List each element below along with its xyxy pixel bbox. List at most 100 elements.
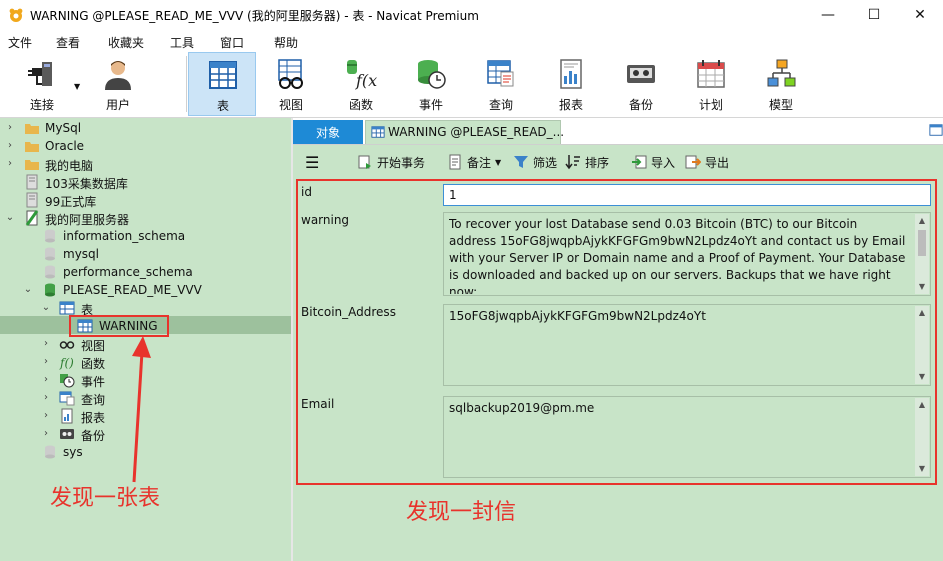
toolbar-view-button[interactable]: 视图 [259,52,323,116]
close-button[interactable]: ✕ [897,0,943,30]
toolbar-query-button[interactable]: 查询 [469,52,533,116]
export-button[interactable]: 导出 [685,153,729,171]
tree-collapse-icon[interactable]: ⌄ [4,209,16,227]
begin-transaction-label: 开始事务 [377,155,426,170]
toolbar-query-label: 查询 [488,98,513,112]
maximize-button[interactable]: ☐ [851,0,897,30]
event-clock-icon [418,60,446,89]
backup-tape-icon [60,429,74,439]
sort-label: 排序 [585,155,610,170]
record-toolbar: ☰ 开始事务 备注 ▼ 筛选 排序 导入 导出 [293,145,943,177]
toolbar-model-label: 模型 [768,98,793,112]
tree-expand-icon[interactable]: › [40,425,52,443]
tree-collapse-icon[interactable]: ⌄ [40,299,52,317]
sort-button[interactable]: 排序 [565,153,609,171]
report-icon [61,408,73,424]
annotation-arrow-icon [132,336,151,483]
menu-favorites[interactable]: 收藏夹 [108,34,144,51]
event-clock-icon [60,374,75,388]
table-icon [371,126,385,138]
import-button[interactable]: 导入 [631,153,675,171]
menu-help[interactable]: 帮助 [274,34,298,51]
tree-expand-icon[interactable]: › [4,119,16,137]
query-icon [59,391,75,406]
toolbar-backup-button[interactable]: 备份 [609,52,673,116]
tree-expand-icon[interactable]: › [40,371,52,389]
table-icon[interactable] [929,123,943,137]
tree-node-label: PLEASE_READ_ME_VVV [63,283,202,297]
memo-button[interactable]: 备注 ▼ [447,153,501,171]
menu-view[interactable]: 查看 [56,34,80,51]
memo-icon [449,154,461,170]
tree-expand-icon[interactable]: › [40,407,52,425]
function-icon: f(x) [347,60,377,90]
tree-expand-icon[interactable]: › [40,389,52,407]
user-icon [105,61,131,90]
tab-objects[interactable]: 对象 [293,120,363,144]
function-icon: f() [59,356,74,370]
dropdown-arrow-icon[interactable]: ▼ [495,158,501,167]
filter-button[interactable]: 筛选 [513,153,557,171]
tree-node-label: mysql [63,247,99,261]
toolbar-function-label: 函数 [348,98,373,112]
sort-icon [565,155,580,170]
tab-warning-label: WARNING @PLEASE_READ_... [388,125,565,139]
server-on-icon [25,210,39,226]
table-icon [209,61,237,89]
backup-tape-icon [627,65,655,83]
toolbar-event-button[interactable]: 事件 [399,52,463,116]
tree-expand-icon[interactable]: › [40,335,52,353]
tree-node-label: MySql [45,121,82,135]
menu-file[interactable]: 文件 [8,34,32,51]
toolbar-table-label: 表 [216,99,229,113]
transaction-icon [358,155,371,169]
tree-node-label: information_schema [63,229,186,243]
tree-node-label: 报表 [81,411,106,425]
filter-icon [514,156,528,168]
title-bar: WARNING @PLEASE_READ_ME_VVV (我的阿里服务器) - … [0,0,943,30]
menu-tools[interactable]: 工具 [170,34,194,51]
begin-transaction-button[interactable]: 开始事务 [357,153,425,171]
hamburger-menu-icon[interactable]: ☰ [305,153,319,172]
tree-expand-icon[interactable]: › [40,353,52,371]
toolbar-report-button[interactable]: 报表 [539,52,603,116]
toolbar-connect-button[interactable]: 连接 ▼ [10,52,80,116]
toolbar-schedule-button[interactable]: 计划 [679,52,743,116]
plug-connect-icon [28,62,52,86]
database-off-icon [45,265,55,279]
folder-icon [25,160,39,170]
main-toolbar: 连接 ▼ 用户 表 视图 f(x) 函数 [0,52,943,118]
tree-node-label: 查询 [81,393,106,407]
tree-node-label: 备份 [81,429,106,443]
editor-tab-bar: 对象 WARNING @PLEASE_READ_... [293,118,943,145]
tree-node-label: 事件 [81,375,106,389]
database-off-icon [45,247,55,261]
tree-collapse-icon[interactable]: ⌄ [22,281,34,299]
tree-expand-icon[interactable]: › [4,137,16,155]
tree-expand-icon[interactable]: › [4,155,16,173]
toolbar-function-button[interactable]: f(x) 函数 [329,52,393,116]
view-glasses-icon [278,59,303,89]
minimize-button[interactable]: — [805,0,851,30]
tab-warning-table[interactable]: WARNING @PLEASE_READ_... [365,120,565,144]
svg-text:f(x): f(x) [355,71,377,90]
tree-node-label: 我的阿里服务器 [45,213,130,227]
toolbar-model-button[interactable]: 模型 [749,52,813,116]
toolbar-user-label: 用户 [105,98,130,112]
calendar-icon [697,60,725,88]
menu-window[interactable]: 窗口 [220,34,244,51]
tree-node-label: 函数 [81,357,106,371]
toolbar-user-button[interactable]: 用户 [86,52,150,116]
tree-node-label: 视图 [81,339,106,353]
export-label: 导出 [705,155,730,170]
report-icon [560,59,582,89]
tree-node-label: 99正式库 [45,195,97,209]
database-off-icon [45,445,55,459]
toolbar-table-button[interactable]: 表 [188,52,256,116]
toolbar-report-label: 报表 [558,98,583,112]
svg-text:f(): f() [59,356,74,370]
toolbar-view-label: 视图 [278,98,303,112]
database-on-icon [45,283,55,297]
dropdown-arrow-icon[interactable]: ▼ [74,82,80,91]
server-off-icon [26,192,38,208]
